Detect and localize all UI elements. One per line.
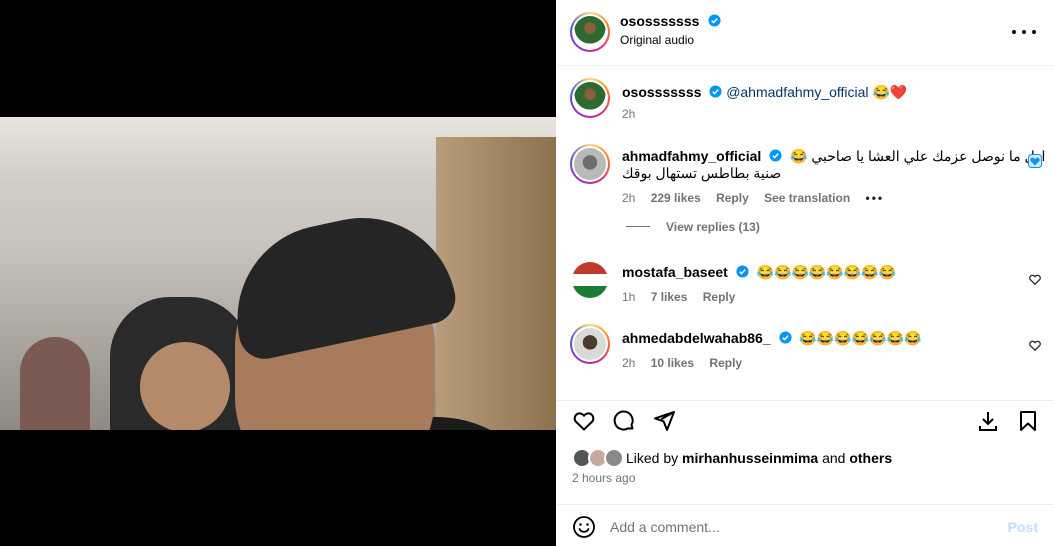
liker-avatars[interactable] [572, 448, 624, 468]
reply-button[interactable]: Reply [703, 290, 736, 304]
comment-text-line2: صنية بطاطس تستهال بوقك [622, 165, 782, 181]
media-panel [0, 0, 556, 546]
like-comment-heart-icon[interactable] [1028, 338, 1042, 352]
view-replies-line [626, 226, 650, 227]
comment-avatar[interactable] [570, 324, 610, 364]
comment-username[interactable]: mostafa_baseet [622, 264, 728, 280]
comment-button[interactable] [610, 407, 638, 435]
video-seat [436, 137, 556, 430]
comment-item: mostafa_baseet 😂😂😂😂😂😂😂😂 1h 7 likes Reply [556, 256, 1054, 316]
author-liked-badge [1028, 154, 1042, 168]
caption-row: ososssssss @ahmadfahmy_official 😂❤️ 2h [556, 76, 1054, 136]
comment-text-line1: اول ما نوصل عزمك علي العشا يا صاحبي 😂 [790, 148, 1046, 164]
download-icon [979, 412, 997, 431]
comment-meta: 2h 10 likes Reply [622, 356, 754, 370]
caption-username[interactable]: ososssssss [622, 84, 701, 100]
verified-badge-icon [708, 14, 721, 27]
paper-plane-icon [654, 411, 675, 431]
liker-avatar [604, 448, 624, 468]
add-comment-bar: Post [556, 504, 1054, 546]
likes-and: and [822, 450, 846, 466]
comment-likes-count[interactable]: 7 likes [651, 290, 688, 304]
comment-username[interactable]: ahmedabdelwahab86_ [622, 330, 771, 346]
bookmark-icon [1020, 411, 1036, 431]
post-button[interactable]: Post [1008, 519, 1038, 535]
video-background-person [20, 337, 90, 430]
like-button[interactable] [570, 407, 598, 435]
author-username[interactable]: ososssssss [620, 13, 699, 29]
reply-button[interactable]: Reply [709, 356, 742, 370]
audio-link[interactable]: Original audio [620, 33, 694, 47]
caption-meta: 2h [622, 107, 647, 121]
author-heart-avatar-icon [1028, 154, 1042, 168]
comment-meta: 2h 229 likes Reply See translation ••• [622, 191, 896, 205]
verified-badge-icon [769, 149, 782, 162]
verified-badge-icon [709, 85, 722, 98]
likes-prefix: Liked by [626, 450, 679, 466]
comment-time[interactable]: 1h [622, 290, 635, 304]
comment-input[interactable] [610, 515, 990, 539]
likes-others-link[interactable]: others [849, 450, 892, 466]
caption-time[interactable]: 2h [622, 107, 635, 121]
comment-bubble-icon [613, 410, 634, 431]
comment-text: 😂😂😂😂😂😂😂 [799, 330, 922, 346]
comment-likes-count[interactable]: 229 likes [651, 191, 701, 205]
more-horizontal-icon [1012, 30, 1016, 34]
comment-likes-count[interactable]: 10 likes [651, 356, 694, 370]
share-button[interactable] [650, 407, 678, 435]
comment-username[interactable]: ahmadfahmy_official [622, 148, 761, 164]
author-avatar[interactable] [570, 12, 610, 52]
comment-meta: 1h 7 likes Reply [622, 290, 747, 304]
video-second-person-face [140, 342, 230, 430]
reply-button[interactable]: Reply [716, 191, 749, 205]
comment-time[interactable]: 2h [622, 356, 635, 370]
save-button[interactable] [1014, 407, 1042, 435]
post-side-panel: ososssssss Original audio ososssssss @ah… [556, 0, 1054, 546]
author-name-row: ososssssss [620, 13, 721, 31]
see-translation-button[interactable]: See translation [764, 191, 850, 205]
verified-badge-icon [778, 331, 792, 344]
likes-summary: Liked by mirhanhusseinmima and others [572, 446, 1042, 470]
comment-time[interactable]: 2h [622, 191, 635, 205]
comment-options-button[interactable]: ••• [866, 191, 885, 205]
post-header: ososssssss Original audio [556, 0, 1054, 66]
comment-text: 😂😂😂😂😂😂😂😂 [756, 264, 897, 280]
like-comment-heart-icon[interactable] [1028, 272, 1042, 286]
post-actions-bar [556, 400, 1054, 440]
caption-emojis: 😂❤️ [872, 84, 908, 100]
post-timestamp[interactable]: 2 hours ago [572, 471, 635, 485]
caption-author-avatar[interactable] [570, 78, 610, 118]
comment-avatar[interactable] [572, 262, 608, 298]
likes-text: Liked by mirhanhusseinmima and others [626, 450, 892, 466]
liker-username[interactable]: mirhanhusseinmima [682, 450, 818, 466]
comment-item: ahmedabdelwahab86_ 😂😂😂😂😂😂😂 2h 10 likes R… [556, 322, 1054, 382]
verified-badge-icon [736, 265, 749, 278]
view-replies-button[interactable]: View replies (13) [666, 220, 760, 234]
emoji-smile-icon[interactable] [572, 515, 596, 539]
more-options-button[interactable] [1012, 22, 1036, 42]
caption-mention-link[interactable]: @ahmadfahmy_official [726, 84, 868, 100]
comment-avatar[interactable] [570, 144, 610, 184]
heart-icon [573, 412, 595, 431]
download-button[interactable] [974, 407, 1002, 435]
reel-video[interactable] [0, 117, 556, 430]
comments-list: ososssssss @ahmadfahmy_official 😂❤️ 2h a… [556, 66, 1054, 394]
